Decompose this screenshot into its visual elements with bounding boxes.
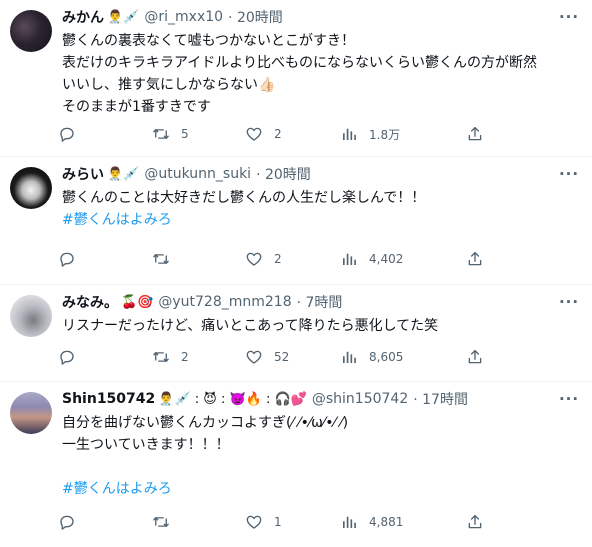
share-icon [468, 126, 482, 141]
display-name[interactable]: Shin150742 [62, 391, 155, 407]
retweet-count: 5 [181, 127, 189, 141]
reply-icon [60, 350, 74, 365]
retweet-icon [153, 254, 169, 264]
views-icon [343, 351, 356, 363]
share-icon [468, 514, 482, 529]
tweet[interactable]: Shin150742 👨‍⚕️💉 : 😈 : 👿🔥 : 🎧💕 @shin1507… [0, 382, 592, 547]
hashtag-link[interactable]: #鬱くんはよみろ [62, 478, 572, 500]
like-count: 2 [274, 252, 282, 266]
retweet-button[interactable]: 2 [152, 346, 189, 368]
avatar[interactable] [10, 167, 52, 209]
views-icon [343, 253, 356, 265]
timestamp[interactable]: · 17時間 [413, 389, 468, 409]
like-button[interactable]: 2 [245, 123, 282, 145]
tweet-text: リスナーだったけど、痛いとこあって降りたら悪化してた笑 [62, 315, 572, 337]
more-icon[interactable]: ··· [556, 388, 582, 410]
avatar[interactable] [10, 295, 52, 337]
heart-icon [246, 515, 262, 529]
display-name[interactable]: みらい [62, 164, 104, 184]
avatar[interactable] [10, 10, 52, 52]
like-count: 2 [274, 127, 282, 141]
views-button[interactable]: 4,881 [340, 511, 403, 533]
handle[interactable]: @ri_mxx10 [144, 9, 223, 25]
reply-button[interactable] [58, 123, 87, 145]
hashtag-link[interactable]: #鬱くんはよみろ [62, 209, 572, 231]
like-count: 1 [274, 515, 282, 529]
timestamp[interactable]: · 7時間 [297, 292, 343, 312]
name-emoji: 🍒🎯 [121, 294, 154, 310]
tweet-text: 自分を曲げない鬱くんカッコよすぎ(⁄ ⁄•⁄ω⁄•⁄ ⁄) 一生ついていきます！… [62, 412, 572, 500]
name-emoji: 👨‍⚕️💉 [107, 9, 140, 25]
views-count: 8,605 [369, 350, 404, 364]
tweet-text: 鬱くんの裏表なくて嘘もつかないとこがすき！ 表だけのキラキラアイドルより比べもの… [62, 30, 572, 118]
tweet-line: 自分を曲げない鬱くんカッコよすぎ(⁄ ⁄•⁄ω⁄•⁄ ⁄) [62, 415, 349, 431]
tweet-line: 一生ついていきます！！！ [62, 437, 230, 453]
display-name[interactable]: みなみ。 [62, 292, 118, 312]
tweet-line: 表だけのキラキラアイドルより比べものにならないくらい鬱くんの方が断然 [62, 55, 538, 71]
like-button[interactable]: 2 [245, 248, 282, 270]
tweet-line: 鬱くんの裏表なくて嘘もつかないとこがすき！ [62, 33, 356, 49]
retweet-icon [153, 352, 169, 362]
share-button[interactable] [466, 346, 484, 368]
action-bar: 1 4,881 [58, 511, 582, 533]
tweet-line: そのままが1番すきです [62, 99, 211, 115]
reply-button[interactable] [58, 346, 87, 368]
heart-icon [246, 252, 262, 266]
retweet-icon [153, 129, 169, 139]
action-bar: 5 2 1.8万 [58, 123, 582, 145]
like-count: 52 [274, 350, 290, 364]
views-button[interactable]: 8,605 [340, 346, 403, 368]
avatar[interactable] [10, 392, 52, 434]
views-count: 4,402 [369, 252, 404, 266]
action-bar: 2 4,402 [58, 248, 582, 270]
reply-icon [60, 127, 74, 142]
handle[interactable]: @shin150742 [312, 391, 408, 407]
tweet-line: いいし、推す気にしかならない👍🏻 [62, 77, 276, 93]
tweet-line: リスナーだったけど、痛いとこあって降りたら悪化してた笑 [62, 318, 439, 334]
action-bar: 2 52 8,605 [58, 346, 582, 368]
tweet[interactable]: みかん 👨‍⚕️💉 @ri_mxx10 · 20時間 ··· 鬱くんの裏表なくて… [0, 0, 592, 157]
heart-icon [246, 350, 262, 364]
views-count: 1.8万 [369, 127, 401, 142]
tweet-line: 鬱くんのことは大好きだし鬱くんの人生だし楽しんで！！ [62, 190, 426, 206]
handle[interactable]: @utukunn_suki [144, 166, 251, 182]
retweet-button[interactable] [152, 248, 181, 270]
heart-icon [246, 127, 262, 141]
name-emoji: 👨‍⚕️💉 : 😈 : 👿🔥 : 🎧💕 [158, 391, 307, 407]
share-icon [468, 251, 482, 266]
more-icon[interactable]: ··· [556, 6, 582, 28]
like-button[interactable]: 52 [245, 346, 289, 368]
reply-button[interactable] [58, 248, 87, 270]
tweet[interactable]: みなみ。 🍒🎯 @yut728_mnm218 · 7時間 ··· リスナーだった… [0, 285, 592, 382]
tweet-text: 鬱くんのことは大好きだし鬱くんの人生だし楽しんで！！ #鬱くんはよみろ [62, 187, 572, 231]
spacer-line [62, 456, 572, 478]
name-emoji: 👨‍⚕️💉 [107, 166, 140, 182]
tweet[interactable]: みらい 👨‍⚕️💉 @utukunn_suki · 20時間 ··· 鬱くんのこ… [0, 157, 592, 285]
share-button[interactable] [466, 248, 484, 270]
timestamp[interactable]: · 20時間 [256, 164, 311, 184]
more-icon[interactable]: ··· [556, 163, 582, 185]
like-button[interactable]: 1 [245, 511, 282, 533]
views-count: 4,881 [369, 515, 404, 529]
timestamp[interactable]: · 20時間 [228, 7, 283, 27]
retweet-button[interactable]: 5 [152, 123, 189, 145]
retweet-count: 2 [181, 350, 189, 364]
reply-button[interactable] [58, 511, 87, 533]
handle[interactable]: @yut728_mnm218 [158, 294, 291, 310]
share-button[interactable] [466, 511, 484, 533]
share-button[interactable] [466, 123, 484, 145]
views-button[interactable]: 1.8万 [340, 123, 400, 145]
reply-icon [60, 515, 74, 530]
more-icon[interactable]: ··· [556, 291, 582, 313]
retweet-icon [153, 517, 169, 527]
display-name[interactable]: みかん [62, 7, 104, 27]
views-button[interactable]: 4,402 [340, 248, 403, 270]
reply-icon [60, 252, 74, 267]
retweet-button[interactable] [152, 511, 181, 533]
share-icon [468, 349, 482, 364]
views-icon [343, 516, 356, 528]
views-icon [343, 128, 356, 140]
